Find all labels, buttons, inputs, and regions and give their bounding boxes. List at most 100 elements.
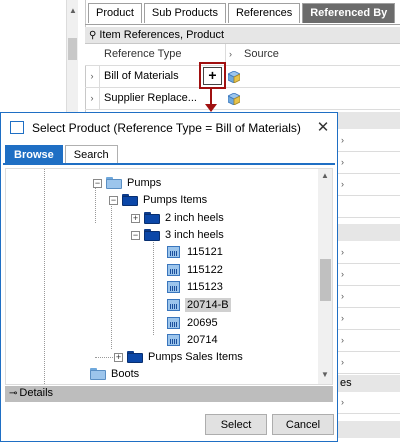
grid-header-row: Reference Type › Source: [85, 44, 400, 66]
right-grid-row[interactable]: ›: [338, 174, 400, 196]
tree-node-pumps-sales-items[interactable]: + Pumps Sales Items: [114, 349, 245, 366]
tree-node-3-inch-heels[interactable]: − 3 inch heels: [131, 227, 226, 244]
pin-icon[interactable]: ⚲: [89, 28, 96, 44]
tree-node-label: Boots: [111, 368, 140, 381]
row-expand-icon[interactable]: ›: [341, 397, 344, 407]
right-grid-row[interactable]: ›: [338, 352, 400, 374]
tree-node-label: 3 inch heels: [165, 229, 224, 242]
details-panel-header[interactable]: ⊸ Details: [5, 386, 333, 402]
tree-node-boots[interactable]: Boots: [90, 366, 141, 383]
right-grid-row[interactable]: ›: [338, 392, 400, 414]
grid-row-supplier-replace[interactable]: › Supplier Replace...: [85, 88, 400, 110]
product-tabs: Product Sub Products References Referenc…: [88, 3, 396, 25]
column-header-source[interactable]: Source: [244, 44, 279, 65]
tree-node-label: Pumps: [127, 177, 162, 190]
folder-icon: [144, 212, 160, 225]
tree-node-label: 2 inch heels: [165, 212, 224, 225]
tree-node-pumps-items[interactable]: − Pumps Items: [109, 192, 209, 209]
row-expand-icon[interactable]: ›: [341, 247, 344, 257]
folder-icon: [106, 177, 122, 190]
right-grid-row[interactable]: [338, 196, 400, 218]
right-grid-row[interactable]: ›: [338, 286, 400, 308]
right-grid-row[interactable]: ›: [338, 152, 400, 174]
dialog-tabs: Browse Search: [5, 145, 118, 164]
close-icon[interactable]: ✕: [311, 113, 335, 143]
tree-node-label-selected: 20714-B: [185, 298, 231, 313]
folder-icon: [122, 194, 138, 207]
row-expand-icon[interactable]: ›: [85, 88, 100, 109]
expand-icon[interactable]: +: [114, 352, 123, 362]
tree-node-20695[interactable]: 20695: [167, 315, 220, 332]
section-title: Item References, Product: [99, 29, 225, 41]
folder-icon: [144, 229, 160, 242]
collapse-icon[interactable]: −: [131, 230, 140, 240]
window-icon: [10, 121, 24, 134]
collapse-icon[interactable]: −: [93, 178, 102, 188]
pin-icon[interactable]: ⊸: [9, 386, 17, 401]
row-expand-icon[interactable]: ›: [85, 66, 100, 87]
row-expand-icon[interactable]: ›: [341, 313, 344, 323]
select-product-dialog: Select Product (Reference Type = Bill of…: [0, 112, 338, 442]
tab-sub-products[interactable]: Sub Products: [143, 3, 226, 23]
tree-guide-line: [111, 199, 112, 349]
tree-node-label: 115121: [187, 246, 223, 259]
tree-node-20714-b[interactable]: 20714-B: [167, 297, 231, 314]
column-header-reference-type[interactable]: Reference Type: [104, 44, 212, 65]
tree-node-label: 20714: [187, 334, 218, 347]
right-grid-row[interactable]: ›: [338, 264, 400, 286]
scroll-thumb[interactable]: [320, 259, 331, 301]
section-header: ⚲ Item References, Product: [85, 27, 400, 44]
cancel-button[interactable]: Cancel: [272, 414, 334, 435]
collapse-icon[interactable]: −: [109, 195, 118, 205]
select-button[interactable]: Select: [205, 414, 267, 435]
row-expand-icon[interactable]: ›: [341, 335, 344, 345]
folder-icon: [90, 368, 106, 381]
right-partial-label: es: [340, 377, 352, 389]
details-label: Details: [19, 387, 54, 399]
tab-referenced-by[interactable]: Referenced By: [302, 3, 396, 23]
tree-node-115121[interactable]: 115121: [167, 244, 225, 261]
row-expand-icon[interactable]: ›: [341, 357, 344, 367]
tree-node-pumps[interactable]: − Pumps: [93, 175, 163, 192]
row-expand-icon[interactable]: ›: [341, 135, 344, 145]
grid-row-bill-of-materials[interactable]: › Bill of Materials: [85, 66, 400, 88]
dialog-title: Select Product (Reference Type = Bill of…: [32, 121, 301, 135]
callout-highlight-box: [199, 62, 226, 89]
right-grid-row[interactable]: ›: [338, 330, 400, 352]
tab-product[interactable]: Product: [88, 3, 142, 23]
tree-guide-line: [153, 235, 154, 335]
product-item-icon: [167, 280, 181, 294]
tabs-divider: [85, 24, 400, 25]
right-grid-row[interactable]: ›: [338, 308, 400, 330]
tree-node-label: 115122: [187, 264, 223, 277]
tab-references[interactable]: References: [227, 3, 301, 23]
row-expand-icon[interactable]: ›: [341, 157, 344, 167]
scroll-up-arrow-icon[interactable]: ▲: [69, 6, 77, 15]
tree-node-115123[interactable]: 115123: [167, 279, 225, 296]
tree-node-2-inch-heels[interactable]: +2 inch heels: [131, 210, 226, 227]
row-expand-icon[interactable]: ›: [341, 269, 344, 279]
tab-search[interactable]: Search: [64, 145, 118, 164]
right-section-header: es: [338, 375, 400, 392]
product-item-icon: [167, 333, 181, 347]
folder-icon: [127, 351, 143, 364]
tree-node-20714[interactable]: 20714: [167, 332, 220, 349]
tree-node-115122[interactable]: 115122: [167, 262, 225, 279]
right-grid-row[interactable]: ›: [338, 242, 400, 264]
product-cube-icon[interactable]: [228, 71, 240, 83]
expand-icon[interactable]: +: [131, 213, 140, 223]
tree-scrollbar[interactable]: ▲ ▼: [318, 169, 332, 384]
product-cube-icon[interactable]: [228, 93, 240, 105]
product-tree[interactable]: − Pumps − Pumps Items +2 inch heels −3 inc…: [5, 168, 333, 385]
product-item-icon: [167, 263, 181, 277]
dialog-title-bar[interactable]: Select Product (Reference Type = Bill of…: [1, 113, 337, 143]
tree-guide-line: [95, 357, 115, 358]
row-expand-icon[interactable]: ›: [341, 179, 344, 189]
tab-browse[interactable]: Browse: [5, 145, 63, 164]
scroll-up-arrow-icon[interactable]: ▲: [321, 171, 329, 180]
row-expand-icon[interactable]: ›: [341, 291, 344, 301]
scroll-thumb[interactable]: [68, 38, 77, 60]
dialog-tabs-underline: [3, 163, 335, 165]
right-grid-row[interactable]: ›: [338, 130, 400, 152]
scroll-down-arrow-icon[interactable]: ▼: [321, 370, 329, 379]
